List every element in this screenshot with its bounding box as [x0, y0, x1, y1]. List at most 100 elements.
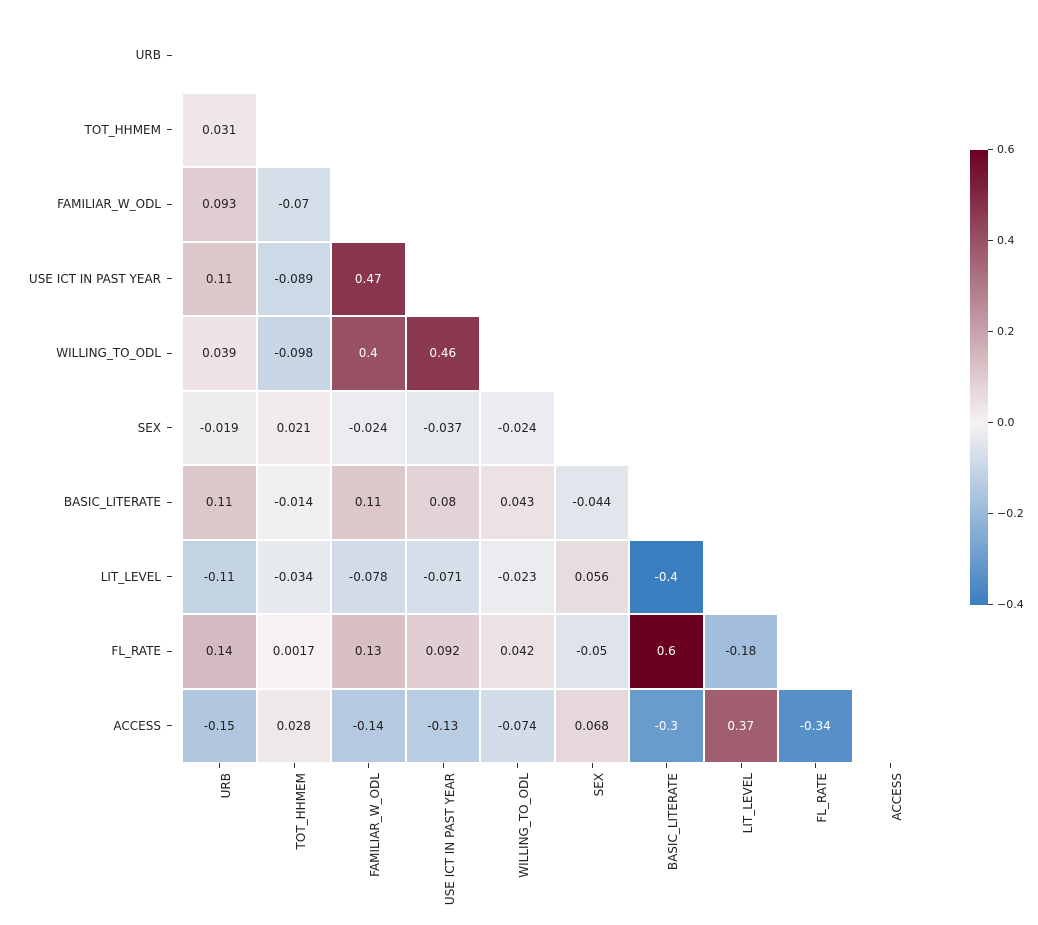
heatmap-cell: 0.08 [406, 465, 481, 540]
heatmap-cell: 0.14 [182, 614, 257, 689]
cell-value: 0.47 [355, 272, 382, 286]
heatmap-cell: -0.07 [257, 167, 332, 242]
colorbar-tick: 0.0 [988, 416, 1015, 429]
heatmap-cell [629, 391, 704, 466]
heatmap-cell: -0.014 [257, 465, 332, 540]
heatmap-cell: -0.14 [331, 689, 406, 764]
y-axis-labels: URB TOT_HHMEM FAMILIAR_W_ODL USE ICT IN PAS… [0, 18, 182, 763]
colorbar-gradient [970, 150, 988, 605]
heatmap-cell [629, 242, 704, 317]
heatmap-cell [629, 316, 704, 391]
heatmap-cell: -0.3 [629, 689, 704, 764]
colorbar-tick: 0.2 [988, 325, 1015, 338]
cell-value: -0.3 [655, 719, 678, 733]
y-tick-label: URB [0, 18, 182, 93]
heatmap-cell [778, 18, 853, 93]
heatmap-cell [704, 167, 779, 242]
y-tick-label: SEX [0, 391, 182, 466]
colorbar-tick-mark [988, 331, 993, 332]
heatmap-cell [704, 242, 779, 317]
heatmap-cell [778, 316, 853, 391]
y-tick-mark [167, 651, 172, 652]
heatmap-cell [853, 465, 928, 540]
x-tick-text: URB [219, 773, 233, 798]
x-tick-label: ACCESS [853, 763, 928, 923]
cell-value: -0.089 [274, 272, 313, 286]
y-tick-text: WILLING_TO_ODL [56, 346, 161, 360]
y-tick-mark [167, 278, 172, 279]
heatmap-cell [853, 316, 928, 391]
heatmap-cell [704, 391, 779, 466]
y-tick-text: URB [136, 48, 161, 62]
heatmap-cell [778, 391, 853, 466]
heatmap-cell: -0.078 [331, 540, 406, 615]
heatmap-cell [629, 167, 704, 242]
cell-value: -0.037 [423, 421, 462, 435]
heatmap-cell: -0.037 [406, 391, 481, 466]
x-tick-text: TOT_HHMEM [294, 773, 308, 849]
colorbar-tick-mark [988, 149, 993, 150]
colorbar-tick: −0.2 [988, 507, 1024, 520]
heatmap-cell: 0.11 [182, 242, 257, 317]
heatmap-cell [853, 18, 928, 93]
heatmap-cell: 0.11 [331, 465, 406, 540]
cell-value: 0.46 [429, 346, 456, 360]
cell-value: 0.056 [575, 570, 609, 584]
colorbar-ticks: −0.4−0.20.00.20.40.6 [988, 150, 1038, 605]
y-tick-text: USE ICT IN PAST YEAR [29, 272, 161, 286]
colorbar-tick-label: −0.4 [997, 598, 1024, 611]
colorbar-tick-label: 0.4 [997, 234, 1015, 247]
y-tick-text: BASIC_LITERATE [64, 495, 161, 509]
x-tick-mark [741, 763, 742, 768]
heatmap-cell [257, 18, 332, 93]
y-tick-text: TOT_HHMEM [85, 123, 161, 137]
x-tick-text: USE ICT IN PAST YEAR [443, 773, 457, 905]
heatmap-cell: 0.0017 [257, 614, 332, 689]
heatmap-cell [629, 465, 704, 540]
cell-value: 0.0017 [273, 644, 315, 658]
heatmap-cell: 0.068 [555, 689, 630, 764]
heatmap-cell: -0.13 [406, 689, 481, 764]
y-tick-label: LIT_LEVEL [0, 540, 182, 615]
y-tick-label: FAMILIAR_W_ODL [0, 167, 182, 242]
heatmap-cell: -0.044 [555, 465, 630, 540]
heatmap-cell: -0.18 [704, 614, 779, 689]
cell-value: -0.034 [274, 570, 313, 584]
x-tick-mark [368, 763, 369, 768]
heatmap-cell [480, 18, 555, 93]
heatmap-cell [406, 93, 481, 168]
cell-value: -0.18 [725, 644, 756, 658]
heatmap-grid: 0.0310.093-0.070.11-0.0890.470.039-0.098… [182, 18, 927, 763]
y-tick-label: FL_RATE [0, 614, 182, 689]
heatmap-cell: 0.056 [555, 540, 630, 615]
cell-value: 0.039 [202, 346, 236, 360]
x-tick-mark [592, 763, 593, 768]
heatmap-cell [629, 93, 704, 168]
cell-value: -0.098 [274, 346, 313, 360]
heatmap-cell [704, 465, 779, 540]
x-tick-text: LIT_LEVEL [741, 773, 755, 833]
x-tick-mark [890, 763, 891, 768]
cell-value: -0.13 [427, 719, 458, 733]
x-tick-mark [666, 763, 667, 768]
heatmap-cell: -0.15 [182, 689, 257, 764]
heatmap-cell [853, 540, 928, 615]
y-tick-label: USE ICT IN PAST YEAR [0, 242, 182, 317]
heatmap-cell [778, 465, 853, 540]
cell-value: 0.092 [426, 644, 460, 658]
y-tick-label: TOT_HHMEM [0, 93, 182, 168]
y-tick-mark [167, 353, 172, 354]
cell-value: 0.11 [355, 495, 382, 509]
cell-value: -0.34 [800, 719, 831, 733]
colorbar-tick: 0.4 [988, 234, 1015, 247]
heatmap-cell: 0.6 [629, 614, 704, 689]
heatmap-cell: -0.034 [257, 540, 332, 615]
heatmap-cell: 0.039 [182, 316, 257, 391]
heatmap-cell [331, 18, 406, 93]
cell-value: 0.11 [206, 495, 233, 509]
colorbar-tick-label: −0.2 [997, 507, 1024, 520]
heatmap-cell: -0.024 [480, 391, 555, 466]
heatmap-cell [480, 316, 555, 391]
heatmap-cell [778, 540, 853, 615]
heatmap-cell [704, 316, 779, 391]
